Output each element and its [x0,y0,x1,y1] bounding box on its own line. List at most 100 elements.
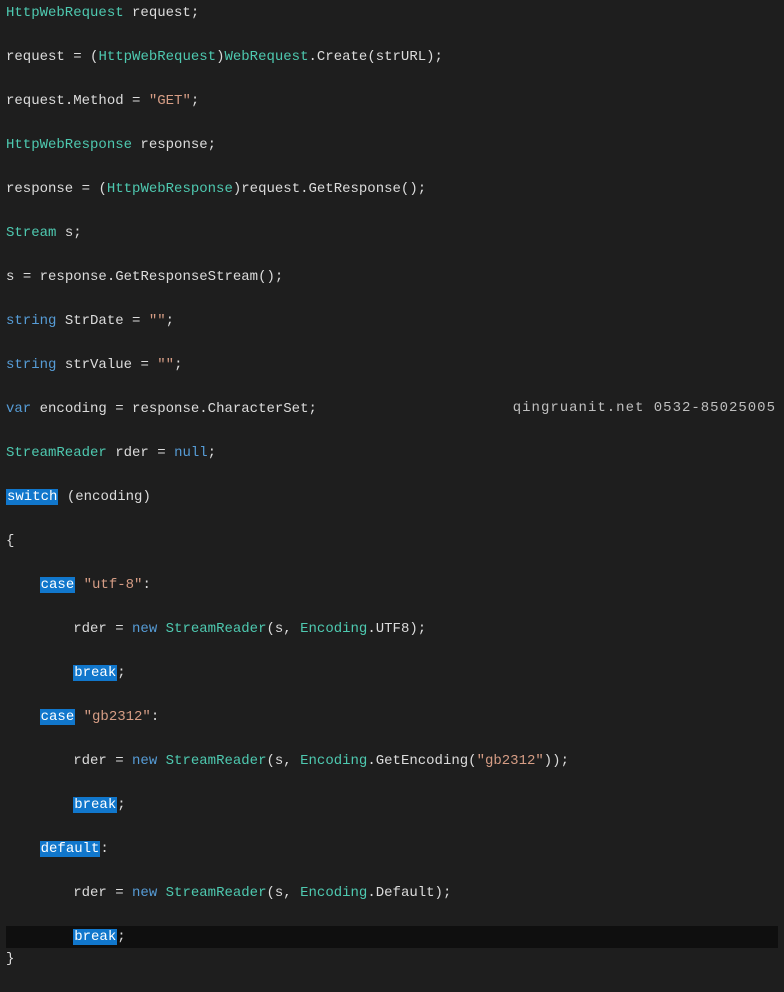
code-token: StreamReader [166,753,267,769]
code-token: (); [401,181,426,197]
code-token: response [132,137,208,153]
code-token: ; [191,5,199,21]
code-token: new [132,621,157,637]
code-token: response [124,401,200,417]
code-token: ); [435,885,452,901]
code-token: GetEncoding [376,753,468,769]
code-token: = [157,445,165,461]
code-line: response = (HttpWebResponse)request.GetR… [6,178,778,200]
code-token: ; [117,665,125,681]
code-token: s [275,885,283,901]
code-token: request [6,49,73,65]
code-token: )); [544,753,569,769]
code-token: . [367,753,375,769]
code-token: "gb2312" [84,709,151,725]
code-token: rder [6,753,115,769]
code-token: request [124,5,191,21]
code-token: . [65,93,73,109]
code-token [124,753,132,769]
code-token: response [31,269,107,285]
code-token: rder [6,885,115,901]
code-token: . [300,181,308,197]
code-token: ( [98,181,106,197]
code-token [75,709,83,725]
code-token [140,93,148,109]
code-token: : [142,577,150,593]
code-token: StreamReader [166,885,267,901]
code-token: ; [208,445,216,461]
code-token: s [275,621,283,637]
code-token: ; [73,225,81,241]
code-token: Create [317,49,367,65]
code-line: Stream s; [6,222,778,244]
code-token: StrDate [56,313,132,329]
code-line: default: [6,838,778,860]
code-token: ) [142,489,150,505]
code-line: break; [6,662,778,684]
code-token [124,885,132,901]
code-token: = [82,181,90,197]
code-token: . [367,621,375,637]
code-token: encoding [75,489,142,505]
code-token: new [132,753,157,769]
code-token: "utf-8" [84,577,143,593]
code-token [157,885,165,901]
code-token: break [73,929,117,945]
code-token: . [367,885,375,901]
code-token: response [6,181,82,197]
code-token [149,357,157,373]
code-token: default [40,841,101,857]
code-token [58,489,66,505]
code-token: UTF8 [376,621,410,637]
code-line: string StrDate = ""; [6,310,778,332]
code-line: case "gb2312": [6,706,778,728]
code-token: ; [191,93,199,109]
code-line: rder = new StreamReader(s, Encoding.GetE… [6,750,778,772]
code-token: "GET" [149,93,191,109]
code-token: ( [266,753,274,769]
code-line: case "utf-8": [6,574,778,596]
code-token [6,797,73,813]
code-token: , [283,753,291,769]
code-token [75,577,83,593]
code-token [6,929,73,945]
code-token: new [132,885,157,901]
code-token: ; [309,401,317,417]
code-token: { [6,533,14,549]
code-line: HttpWebRequest request; [6,2,778,24]
watermark-text: qingruanit.net 0532-85025005 [513,397,776,419]
code-token: . [308,49,316,65]
code-token: "gb2312" [477,753,544,769]
code-token: case [40,709,76,725]
code-token: "" [149,313,166,329]
code-token: ); [409,621,426,637]
code-token: = [115,621,123,637]
code-token [157,753,165,769]
code-token: HttpWebRequest [6,5,124,21]
code-token: request [6,93,65,109]
code-line: request.Method = "GET"; [6,90,778,112]
code-token: CharacterSet [208,401,309,417]
code-token: s [56,225,73,241]
code-token: null [174,445,208,461]
code-token: rder [6,621,115,637]
code-token: Encoding [300,885,367,901]
code-token: WebRequest [224,49,308,65]
code-token: ( [67,489,75,505]
code-line: break; [6,794,778,816]
code-token: HttpWebResponse [107,181,233,197]
code-line: HttpWebResponse response; [6,134,778,156]
code-token: Default [376,885,435,901]
code-token: ); [426,49,443,65]
code-token: var [6,401,31,417]
code-token [292,621,300,637]
code-token: (); [258,269,283,285]
code-token: ( [367,49,375,65]
code-token: strURL [376,49,426,65]
code-token [6,577,40,593]
code-token: Stream [6,225,56,241]
code-line: switch (encoding) [6,486,778,508]
code-token [140,313,148,329]
code-token: rder [107,445,157,461]
code-line: break; [6,926,778,948]
